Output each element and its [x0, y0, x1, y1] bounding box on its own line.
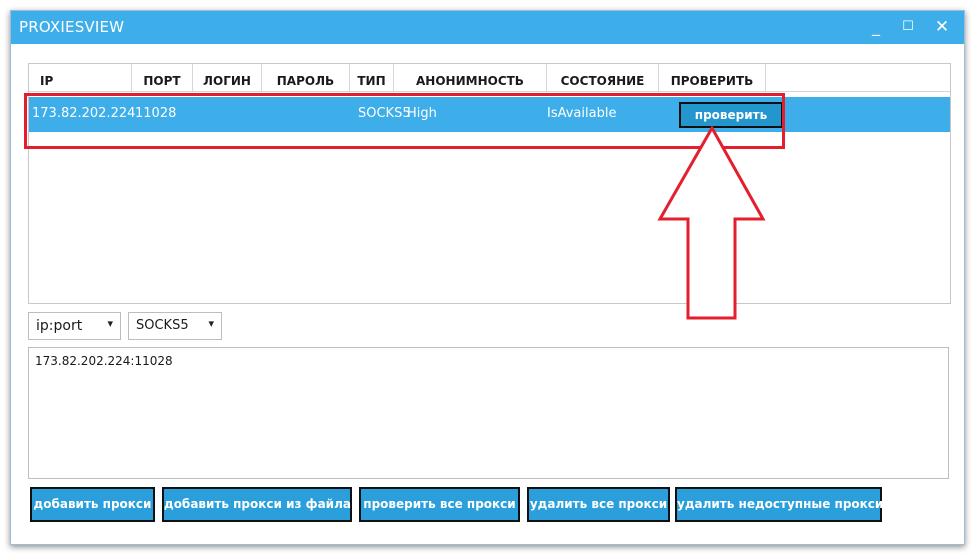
chevron-down-icon: ▾: [107, 317, 113, 330]
format-select-value: ip:port: [36, 318, 83, 334]
column-header-login[interactable]: ЛОГИН: [193, 64, 262, 92]
close-button[interactable]: ✕: [929, 15, 955, 39]
check-all-proxies-button[interactable]: проверить все прокси: [359, 487, 520, 522]
add-proxy-from-file-button[interactable]: добавить прокси из файла: [162, 487, 352, 522]
annotation-arrow-icon: [657, 126, 766, 320]
format-select[interactable]: ip:port ▾: [28, 312, 121, 340]
minimize-button[interactable]: _: [863, 15, 889, 39]
add-proxy-button[interactable]: добавить прокси: [30, 487, 155, 522]
maximize-button[interactable]: ☐: [895, 15, 921, 39]
column-header-type[interactable]: ТИП: [350, 64, 394, 92]
proxy-input-textarea[interactable]: 173.82.202.224:11028: [28, 347, 949, 479]
protocol-select[interactable]: SOCKS5 ▾: [128, 312, 222, 340]
column-header-filler: [766, 64, 950, 92]
column-header-check[interactable]: ПРОВЕРИТЬ: [659, 64, 766, 92]
column-header-password[interactable]: ПАРОЛЬ: [262, 64, 350, 92]
column-header-port[interactable]: ПОРТ: [132, 64, 193, 92]
delete-unavailable-proxies-button[interactable]: удалить недоступные прокси: [675, 487, 883, 522]
column-header-status[interactable]: СОСТОЯНИЕ: [547, 64, 659, 92]
table-header: IP ПОРТ ЛОГИН ПАРОЛЬ ТИП АНОНИМНОСТЬ СОС…: [29, 64, 950, 92]
window-title: PROXIESVIEW: [19, 18, 125, 36]
chevron-down-icon: ▾: [208, 317, 214, 330]
column-header-anonymity[interactable]: АНОНИМНОСТЬ: [394, 64, 547, 92]
proxiesview-window: PROXIESVIEW _ ☐ ✕ IP ПОРТ ЛОГИН ПАРОЛЬ Т…: [10, 10, 965, 545]
column-header-ip[interactable]: IP: [29, 64, 132, 92]
protocol-select-value: SOCKS5: [136, 318, 189, 333]
title-bar[interactable]: PROXIESVIEW _ ☐ ✕: [11, 11, 964, 44]
delete-all-proxies-button[interactable]: удалить все прокси: [527, 487, 670, 522]
